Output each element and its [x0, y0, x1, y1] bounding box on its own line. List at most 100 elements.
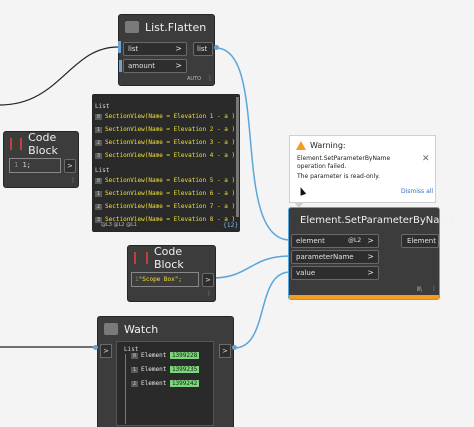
watch-item-index: 2	[131, 381, 139, 387]
warning-title: Warning:	[310, 141, 346, 150]
code-block-1-node[interactable]: Code Block 1 1; > ⋮	[3, 131, 79, 188]
flatten-output-connector	[214, 45, 219, 50]
preview-list-item: 0 SectionView(Name = Elevation 1 - a )	[95, 113, 235, 120]
code-block-icon	[10, 138, 23, 150]
chevron-right-icon: >	[175, 61, 182, 70]
parameter-name-input-port[interactable]: parameterName >	[291, 250, 379, 264]
lacing-shortest-icon: Ⅱ\	[417, 286, 422, 293]
preview-item-index: 0	[95, 178, 103, 184]
chevron-right-icon: >	[367, 268, 374, 277]
list-flatten-title: List.Flatten	[145, 20, 207, 34]
node-icon	[125, 21, 139, 33]
mouse-cursor-icon	[297, 186, 307, 196]
code-block-2-editor[interactable]: 1"Scope Box";	[131, 272, 199, 287]
code-block-2-code: "Scope Box";	[138, 276, 182, 283]
preview-list-item: 3 SectionView(Name = Elevation 4 - a )	[95, 152, 235, 159]
watch-item-index: 0	[131, 353, 139, 359]
preview-list-item: 1 SectionView(Name = Elevation 6 - a )	[95, 190, 235, 197]
warning-popup: Warning: Element.SetParameterByName oper…	[289, 135, 436, 203]
element-input-port[interactable]: element @L2 >	[291, 234, 379, 248]
watch-title: Watch	[124, 322, 159, 336]
element-output-label: Element	[407, 237, 436, 245]
set-parameter-title: Element.SetParameterByName	[300, 214, 456, 226]
preview-list-item: 2 SectionView(Name = Elevation 7 - a )	[95, 203, 235, 210]
list-input-port[interactable]: list >	[123, 42, 187, 56]
warning-status-bar	[289, 295, 439, 299]
watch-item-id: 1399242	[169, 380, 200, 387]
watch-item-label: Element	[141, 352, 167, 359]
warning-message-2: The parameter is read-only.	[297, 173, 380, 180]
watch-display: List 0 Element 1399228 1 Element 1399235 2 El…	[116, 341, 214, 426]
element-lacing-label: @L2	[348, 237, 362, 244]
menu-dots-icon[interactable]: ⋮	[70, 177, 76, 184]
watch-item-label: Element	[141, 366, 167, 373]
preview-item-text: SectionView(Name = Elevation 5 - a )	[105, 177, 236, 184]
preview-item-text: SectionView(Name = Elevation 7 - a )	[105, 203, 236, 210]
value-input-label: value	[296, 269, 316, 277]
watch-item-index: 1	[131, 367, 139, 373]
code-block-1-editor[interactable]: 1 1;	[9, 158, 61, 173]
preview-list-header-1: List	[95, 103, 110, 110]
code-block-1-header[interactable]: Code Block	[4, 131, 78, 157]
watch-input-port[interactable]: >	[100, 344, 112, 358]
code-block-2-node[interactable]: Code Block 1"Scope Box"; > ⋮	[127, 245, 216, 302]
element-input-label: element	[296, 237, 325, 245]
chevron-right-icon: >	[175, 44, 182, 53]
watch-item-label: Element	[141, 380, 167, 387]
preview-item-text: SectionView(Name = Elevation 3 - a )	[105, 139, 236, 146]
preview-item-index: 1	[95, 127, 103, 133]
value-input-port[interactable]: value >	[291, 266, 379, 280]
chevron-right-icon: >	[367, 252, 374, 261]
code-block-2-output[interactable]: >	[202, 273, 214, 287]
list-output-port[interactable]: list	[193, 42, 213, 56]
list-flatten-preview: List 0 SectionView(Name = Elevation 1 - a…	[92, 94, 240, 232]
code-block-1-output[interactable]: >	[64, 159, 76, 173]
warning-message-1: Element.SetParameterByName operation fai…	[297, 155, 391, 170]
preview-item-index: 2	[95, 204, 103, 210]
preview-list-header-2: List	[95, 167, 110, 174]
element-output-port[interactable]: Element	[401, 234, 439, 248]
set-parameter-node[interactable]: Element.SetParameterByName element @L2 >…	[288, 207, 455, 300]
code-block-icon	[134, 252, 148, 264]
wire-code-to-parameter	[211, 255, 291, 279]
lacing-label: AUTO	[187, 76, 202, 82]
preview-list-item: 1 SectionView(Name = Elevation 2 - a )	[95, 126, 235, 133]
preview-item-index: 2	[95, 140, 103, 146]
watch-output-connector	[232, 345, 237, 350]
parameter-name-label: parameterName	[296, 253, 354, 261]
watch-node[interactable]: Watch > > List 0 Element 1399228 1 Element …	[97, 316, 234, 427]
preview-count: {12}	[223, 222, 239, 229]
list-output-label: list	[197, 45, 208, 53]
dismiss-all-link[interactable]: Dismiss all	[401, 188, 433, 195]
amount-input-marker	[119, 60, 122, 72]
list-flatten-header[interactable]: List.Flatten	[119, 15, 214, 39]
watch-header[interactable]: Watch	[98, 317, 233, 341]
preview-scrollbar[interactable]	[236, 97, 239, 217]
preview-item-text: SectionView(Name = Elevation 2 - a )	[105, 126, 236, 133]
preview-item-text: SectionView(Name = Elevation 1 - a )	[105, 113, 236, 120]
watch-icon	[104, 323, 118, 335]
watch-item-id: 1399228	[169, 352, 200, 359]
amount-input-port[interactable]: amount >	[123, 59, 187, 73]
warning-triangle-icon	[296, 141, 306, 150]
menu-dots-icon[interactable]: ⋮	[207, 75, 213, 82]
watch-output-port[interactable]: >	[219, 344, 231, 358]
menu-dots-icon[interactable]: ⋮	[431, 285, 437, 292]
code-block-1-code: 1;	[22, 161, 31, 169]
watch-input-connector	[93, 345, 98, 350]
watch-list-item: 0 Element 1399228	[131, 352, 200, 359]
close-icon[interactable]: ✕	[422, 154, 430, 164]
preview-item-index: 0	[95, 114, 103, 120]
preview-item-text: SectionView(Name = Elevation 6 - a )	[105, 190, 236, 197]
wire-watch-to-value	[233, 271, 291, 349]
watch-list-item: 2 Element 1399242	[131, 380, 200, 387]
amount-input-label: amount	[128, 62, 156, 70]
code-block-1-title: Code Block	[28, 131, 58, 157]
menu-dots-icon[interactable]: ⋮	[206, 290, 212, 297]
code-block-2-header[interactable]: Code Block	[128, 245, 215, 271]
set-parameter-header[interactable]: Element.SetParameterByName	[289, 208, 455, 232]
list-flatten-node[interactable]: List.Flatten list > amount > list AUTO ⋮	[118, 14, 215, 86]
preview-item-index: 3	[95, 153, 103, 159]
preview-list-item: 2 SectionView(Name = Elevation 3 - a )	[95, 139, 235, 146]
code-block-2-title: Code Block	[153, 245, 184, 271]
